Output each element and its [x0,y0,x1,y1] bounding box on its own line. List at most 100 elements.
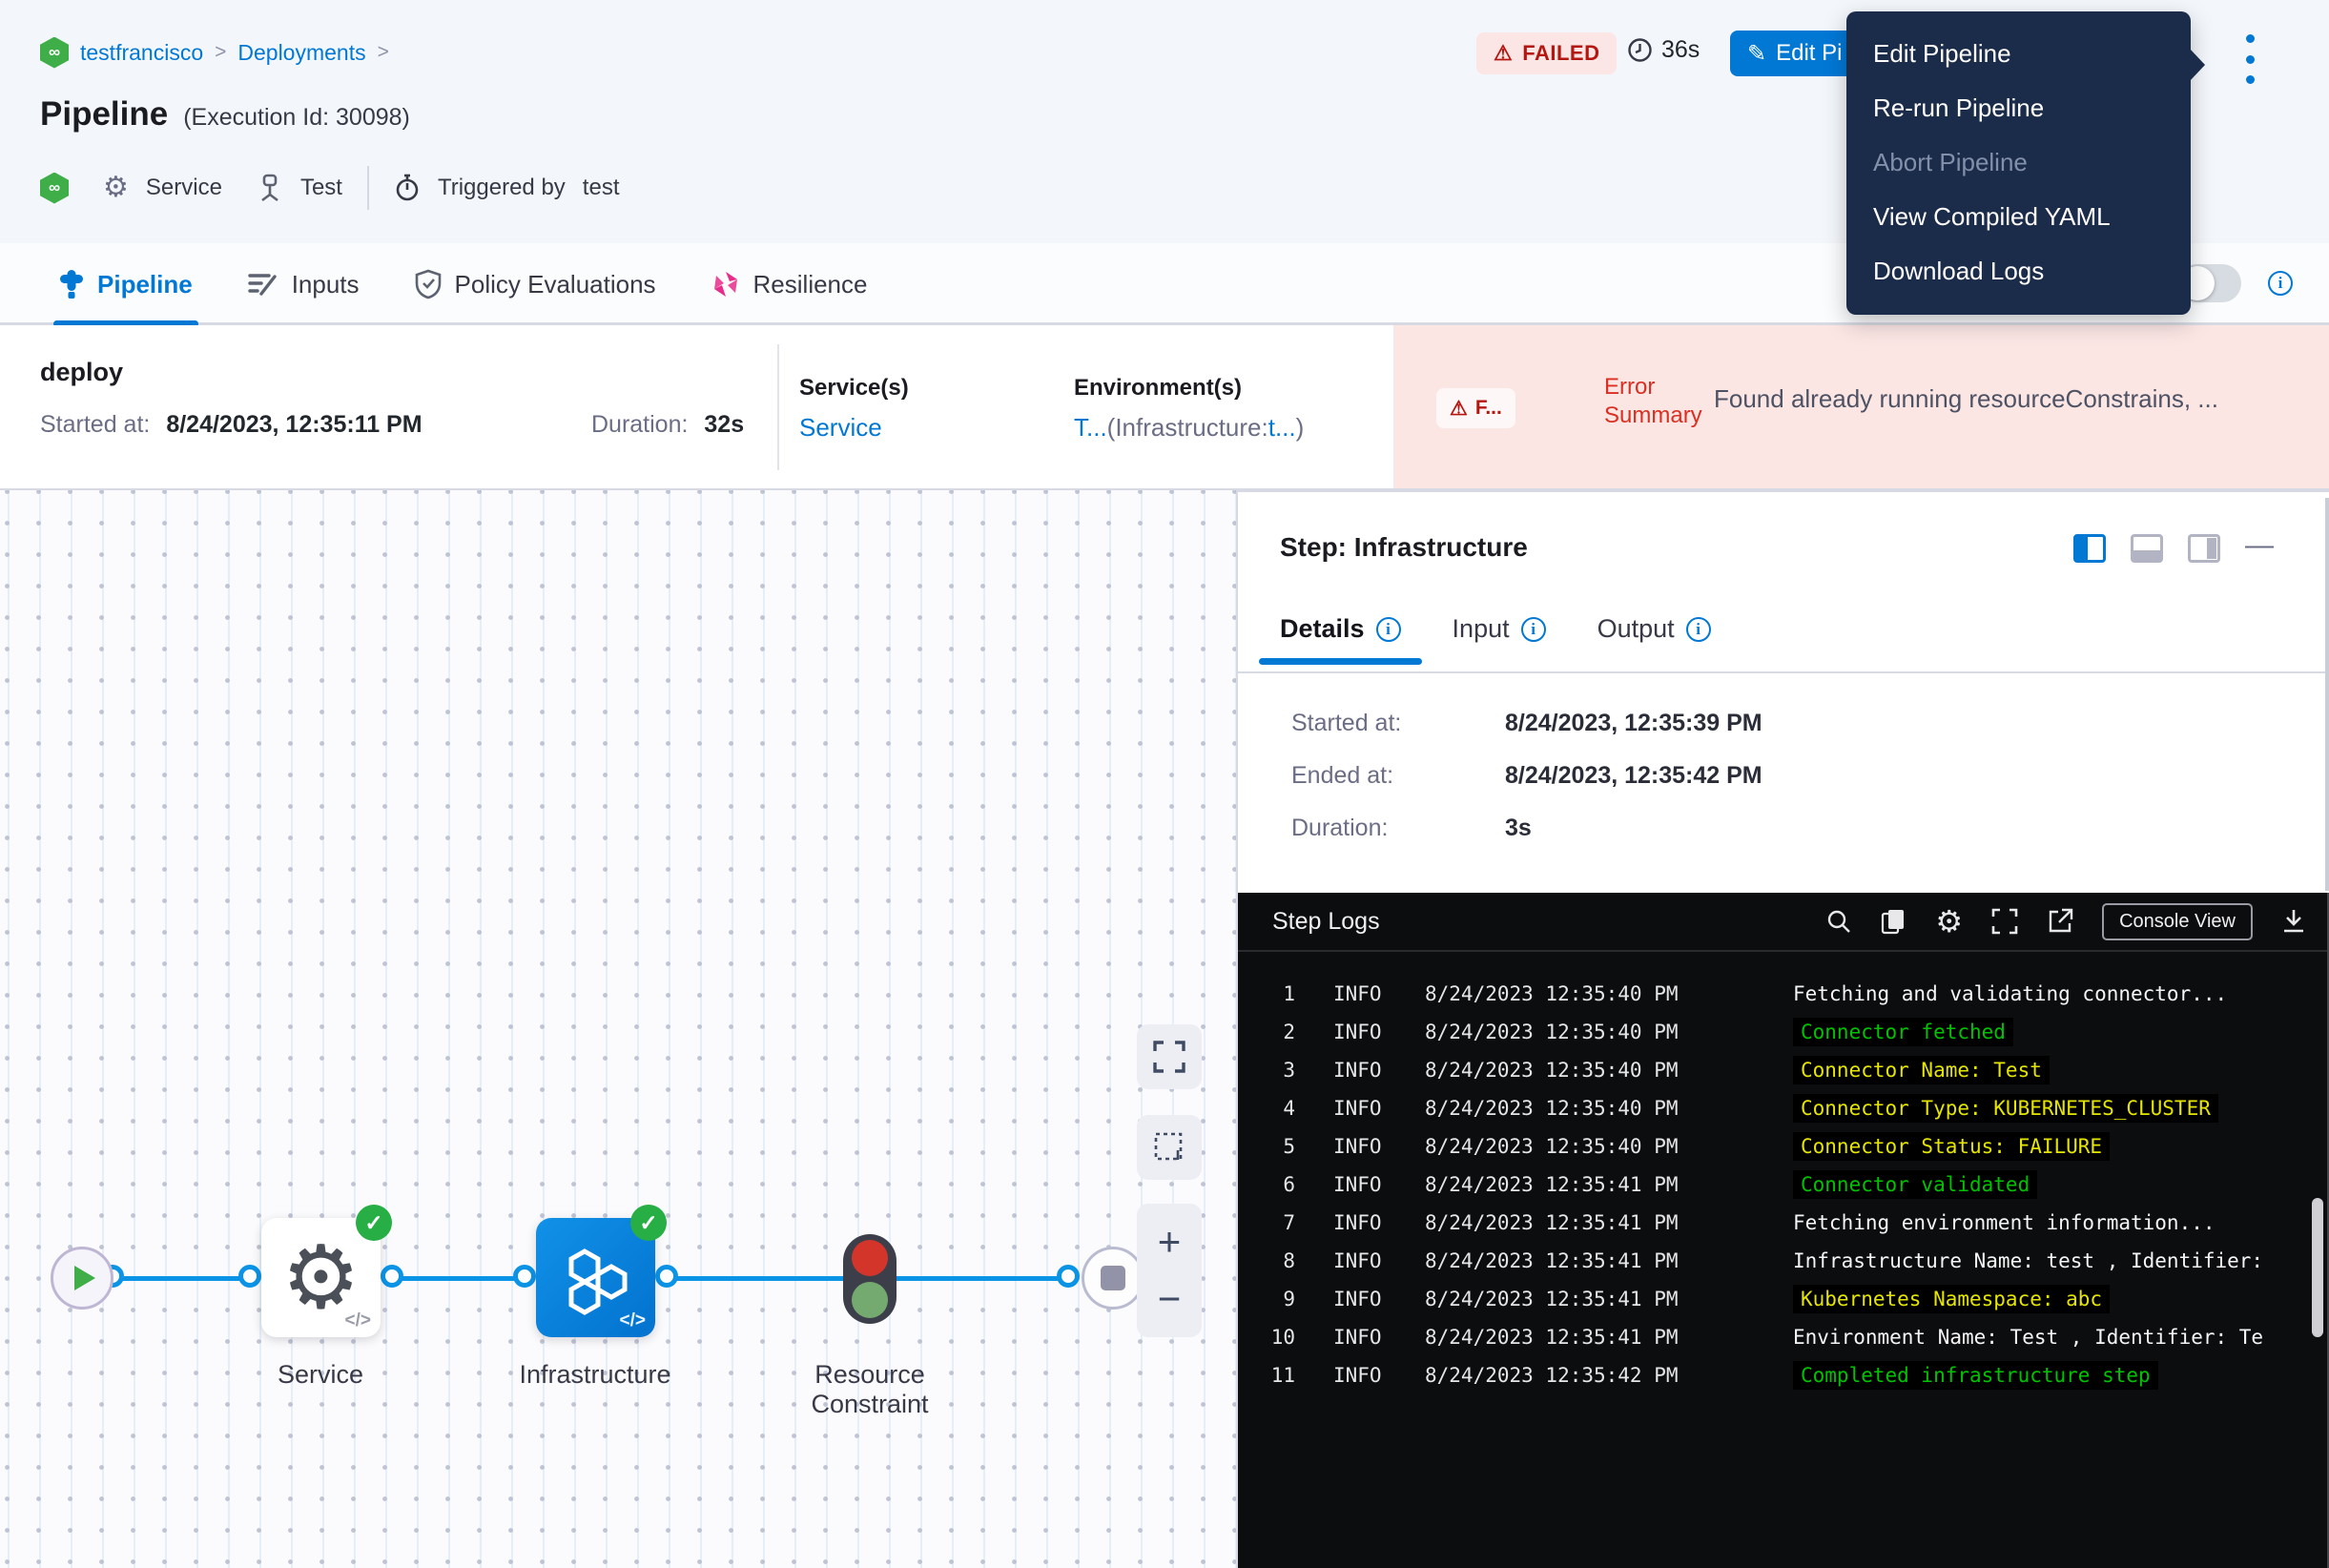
error-summary-label: Error Summary [1604,373,1702,430]
log-settings-gear-icon[interactable]: ⚙ [1935,903,1963,939]
open-in-new-icon[interactable] [2047,908,2073,935]
info-icon[interactable]: i [1686,617,1711,642]
fullscreen-logs-icon[interactable] [1991,908,2018,935]
pipeline-graph-canvas[interactable]: ⚙ ✓ </> ✓ </> Service Infrastructure Res… [0,490,1236,1568]
pipeline-icon [59,269,84,299]
breadcrumb-project-link[interactable]: testfrancisco [80,40,203,66]
log-line-number: 11 [1238,1364,1295,1387]
log-lines[interactable]: 1 INFO 8/24/2023 12:35:40 PM Fetching an… [1238,975,2325,1394]
log-row[interactable]: 5 INFO 8/24/2023 12:35:40 PM Connector S… [1238,1127,2325,1166]
fullscreen-canvas-button[interactable] [1137,1024,1202,1089]
service-tag[interactable]: Service [146,175,222,201]
log-message: Connector Name: Test [1793,1056,2050,1084]
cd-module-icon: ∞ [40,173,69,204]
log-timestamp: 8/24/2023 12:35:40 PM [1425,1059,1740,1082]
log-timestamp: 8/24/2023 12:35:41 PM [1425,1288,1740,1310]
resource-constraint-node[interactable] [843,1234,897,1324]
more-options-kebab[interactable] [2241,34,2258,84]
copy-logs-icon[interactable] [1880,907,1906,936]
log-message: Connector Type: KUBERNETES_CLUSTER [1793,1094,2218,1123]
service-step-node[interactable]: ⚙ ✓ </> [261,1218,381,1337]
info-icon[interactable]: i [2268,271,2293,296]
log-message: Completed infrastructure step [1793,1361,2158,1390]
log-level: INFO [1333,1288,1425,1310]
log-timestamp: 8/24/2023 12:35:42 PM [1425,1364,1740,1387]
node-label-service: Service [225,1360,416,1390]
step-details-panel: Step: Infrastructure — Detailsi Inputi O… [1236,490,2329,1568]
log-row[interactable]: 8 INFO 8/24/2023 12:35:41 PM Infrastruct… [1238,1242,2325,1280]
breadcrumb-separator: > [378,41,389,64]
environments-value[interactable]: T...(Infrastructure:t...) [1074,413,1304,443]
log-timestamp: 8/24/2023 12:35:40 PM [1425,1097,1740,1120]
tab-input[interactable]: Inputi [1453,614,1546,665]
log-row[interactable]: 3 INFO 8/24/2023 12:35:40 PM Connector N… [1238,1051,2325,1089]
menu-item-view-compiled-yaml[interactable]: View Compiled YAML [1846,190,2191,244]
step-logs-title: Step Logs [1272,908,1380,936]
gear-icon: ⚙ [281,1234,360,1322]
log-row[interactable]: 11 INFO 8/24/2023 12:35:42 PM Completed … [1238,1356,2325,1394]
layout-bottom-view-icon[interactable] [2131,534,2163,563]
tab-inputs[interactable]: Inputs [248,243,360,325]
console-view-button[interactable]: Console View [2102,903,2253,940]
log-row[interactable]: 10 INFO 8/24/2023 12:35:41 PM Environmen… [1238,1318,2325,1356]
traffic-red-light [852,1240,888,1276]
log-timestamp: 8/24/2023 12:35:40 PM [1425,1135,1740,1158]
logs-scrollbar-thumb[interactable] [2312,1198,2323,1337]
tab-policy-evaluations[interactable]: Policy Evaluations [415,243,656,325]
stop-icon [1101,1266,1125,1290]
log-row[interactable]: 4 INFO 8/24/2023 12:35:40 PM Connector T… [1238,1089,2325,1127]
services-label: Service(s) [799,375,909,402]
log-message: Connector fetched [1793,1018,2013,1046]
layout-right-view-icon[interactable] [2073,534,2106,563]
stage-name[interactable]: deploy [40,358,123,387]
field-duration: Duration:3s [1291,815,1762,842]
log-row[interactable]: 6 INFO 8/24/2023 12:35:41 PM Connector v… [1238,1166,2325,1204]
harness-module-icon: ∞ [40,37,69,69]
log-level: INFO [1333,1249,1425,1272]
log-message: Fetching environment information... [1793,1211,2216,1234]
log-row[interactable]: 1 INFO 8/24/2023 12:35:40 PM Fetching an… [1238,975,2325,1013]
tab-details[interactable]: Detailsi [1280,614,1401,665]
success-check-badge: ✓ [356,1205,392,1241]
log-row[interactable]: 2 INFO 8/24/2023 12:35:40 PM Connector f… [1238,1013,2325,1051]
end-node[interactable] [1082,1247,1144,1310]
marquee-select-button[interactable] [1137,1115,1202,1180]
start-node[interactable] [51,1247,113,1310]
download-logs-icon[interactable] [2281,908,2306,935]
log-level: INFO [1333,1097,1425,1120]
breadcrumb-deployments-link[interactable]: Deployments [237,40,365,66]
pipeline-execution-page: ∞ testfrancisco > Deployments > Pipeline… [0,0,2329,1568]
log-row[interactable]: 9 INFO 8/24/2023 12:35:41 PM Kubernetes … [1238,1280,2325,1318]
info-icon[interactable]: i [1521,617,1546,642]
zoom-out-button[interactable]: − [1158,1279,1182,1319]
panel-scrollbar[interactable] [2325,498,2329,891]
triggered-by-value[interactable]: test [583,175,620,201]
execution-meta-row: ∞ ⚙ Service Test Triggered by test [40,164,619,212]
info-icon[interactable]: i [1376,617,1401,642]
menu-item-edit-pipeline[interactable]: Edit Pipeline [1846,27,2191,81]
layout-minimized-view-icon[interactable] [2188,534,2220,563]
log-line-number: 10 [1238,1326,1295,1349]
services-value[interactable]: Service [799,413,909,443]
status-badge: ⚠ FAILED [1476,32,1617,74]
pipeline-options-menu: Edit Pipeline Re-run Pipeline Abort Pipe… [1846,11,2191,315]
log-line-number: 8 [1238,1249,1295,1272]
edge-connector [513,1265,536,1288]
menu-item-download-logs[interactable]: Download Logs [1846,244,2191,299]
tab-pipeline[interactable]: Pipeline [59,243,193,325]
code-mark: </> [345,1310,371,1331]
menu-item-re-run-pipeline[interactable]: Re-run Pipeline [1846,81,2191,135]
log-level: INFO [1333,1021,1425,1043]
error-summary-text[interactable]: Found already running resourceConstrains… [1714,384,2305,414]
search-logs-icon[interactable] [1826,909,1851,934]
log-row[interactable]: 7 INFO 8/24/2023 12:35:41 PM Fetching en… [1238,1204,2325,1242]
success-check-badge: ✓ [630,1205,667,1241]
infrastructure-step-node[interactable]: ✓ </> [536,1218,655,1337]
log-line-number: 2 [1238,1021,1295,1043]
tab-resilience[interactable]: Resilience [711,243,868,325]
zoom-in-button[interactable]: + [1158,1222,1182,1262]
environments-label: Environment(s) [1074,375,1304,402]
tab-output[interactable]: Outputi [1597,614,1711,665]
page-title: Pipeline [40,95,168,134]
stage-tag[interactable]: Test [300,175,342,201]
